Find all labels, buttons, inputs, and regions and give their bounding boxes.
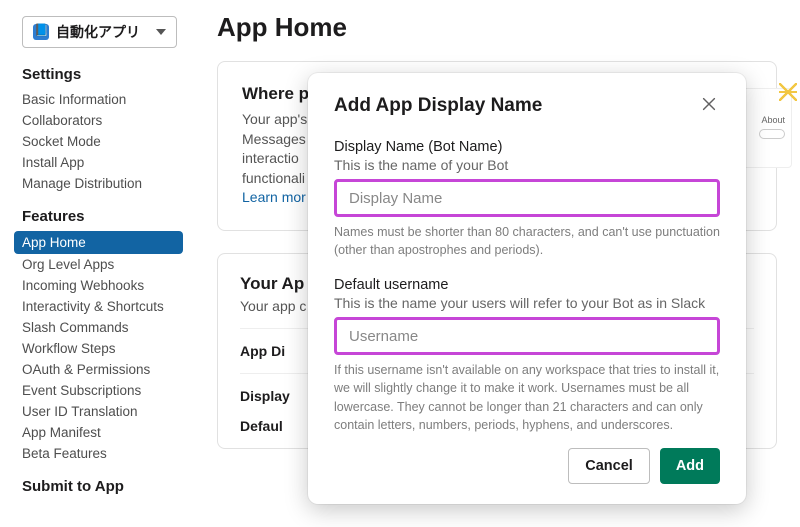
modal-title: Add App Display Name: [334, 95, 542, 117]
username-sub: This is the name your users will refer t…: [334, 295, 720, 311]
modal-backdrop: Add App Display Name Display Name (Bot N…: [0, 0, 800, 527]
add-display-name-modal: Add App Display Name Display Name (Bot N…: [308, 73, 746, 504]
username-label: Default username: [334, 277, 720, 293]
display-name-help: Names must be shorter than 80 characters…: [334, 223, 720, 259]
cancel-button[interactable]: Cancel: [568, 448, 650, 484]
display-name-input[interactable]: [334, 179, 720, 217]
username-help: If this username isn't available on any …: [334, 361, 720, 434]
display-name-sub: This is the name of your Bot: [334, 157, 720, 173]
add-button[interactable]: Add: [660, 448, 720, 484]
display-name-label: Display Name (Bot Name): [334, 139, 720, 155]
close-icon[interactable]: [700, 95, 720, 115]
username-input[interactable]: [334, 317, 720, 355]
